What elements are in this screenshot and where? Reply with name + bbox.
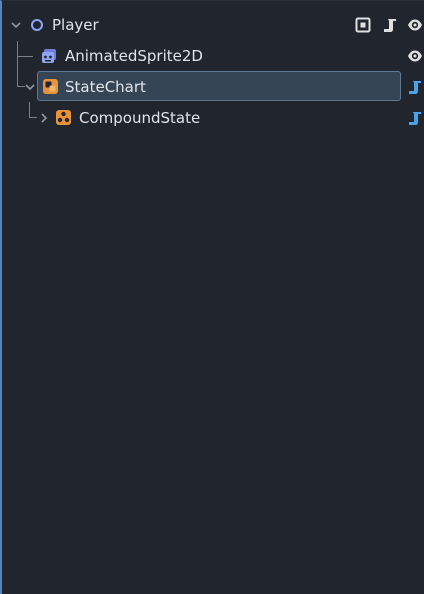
tree-item-label: Player bbox=[52, 16, 99, 34]
chevron-right-icon[interactable] bbox=[39, 112, 49, 124]
tree-item-label: CompoundState bbox=[79, 109, 201, 127]
scene-instance-icon[interactable] bbox=[355, 17, 371, 33]
animated-sprite-2d-icon bbox=[42, 49, 56, 63]
visibility-eye-icon[interactable] bbox=[407, 48, 423, 64]
tree-item-compound-state[interactable]: CompoundState bbox=[2, 104, 424, 132]
script-icon[interactable] bbox=[407, 79, 423, 95]
chevron-down-icon[interactable] bbox=[10, 20, 22, 30]
script-icon[interactable] bbox=[382, 17, 398, 33]
tree-item-label: StateChart bbox=[65, 78, 146, 96]
tree-item-label: AnimatedSprite2D bbox=[65, 47, 203, 65]
state-chart-icon bbox=[43, 79, 58, 94]
script-icon[interactable] bbox=[407, 110, 423, 126]
compound-state-icon bbox=[56, 110, 71, 125]
tree-item-animated-sprite-2d[interactable]: AnimatedSprite2D bbox=[2, 42, 424, 70]
node-circle-icon bbox=[31, 19, 43, 31]
visibility-eye-icon[interactable] bbox=[407, 17, 423, 33]
tree-item-state-chart[interactable]: StateChart bbox=[2, 73, 424, 101]
scene-tree-panel: Player AnimatedSprite2D StateChart Compo… bbox=[0, 0, 424, 594]
chevron-down-icon[interactable] bbox=[24, 82, 36, 92]
tree-item-player[interactable]: Player bbox=[2, 11, 424, 39]
